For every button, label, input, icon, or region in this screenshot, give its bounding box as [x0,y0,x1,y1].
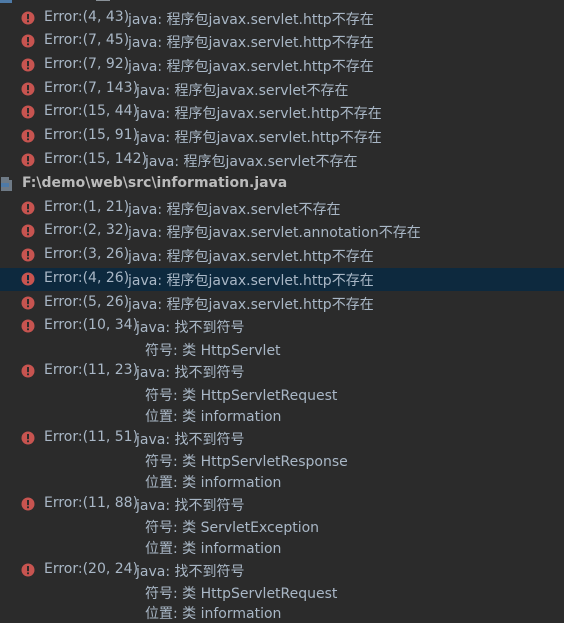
error-icon [21,248,35,262]
error-icon [21,11,35,25]
error-row[interactable]: Error:(15, 142) java: 程序包javax.servlet不存… [0,149,564,172]
error-location: Error:(15, 142) [44,151,147,167]
error-location: Error:(11, 88) [44,495,139,511]
error-row[interactable]: Error:(5, 26) java: 程序包javax.servlet.htt… [0,292,564,315]
error-location: Error:(4, 43) [44,9,130,25]
error-icon [21,58,35,72]
error-message: java: 找不到符号 [136,564,245,580]
error-icon [21,224,35,238]
error-message: java: 程序包javax.servlet不存在 [136,83,349,99]
error-message: java: 程序包javax.servlet.http不存在 [136,106,382,122]
error-location: Error:(11, 51) [44,429,139,445]
error-icon [21,431,35,445]
file-group-header[interactable]: F:\demo\web\src\information.java [0,173,564,196]
java-file-icon [1,177,12,191]
error-row[interactable]: Error:(4, 43) java: 程序包javax.servlet.htt… [0,7,564,30]
error-detail-symbol: 符号: 类 HttpServletResponse [145,454,348,470]
error-message: java: 程序包javax.servlet.annotation不存在 [128,225,421,241]
error-icon [21,105,35,119]
messages-panel: Error:(4, 43) java: 程序包javax.servlet.htt… [0,0,564,622]
error-detail-symbol: 符号: 类 ServletException [145,520,320,536]
error-message: java: 程序包javax.servlet不存在 [128,202,341,218]
error-detail-location: 位置: 类 information [145,409,282,425]
error-location: Error:(15, 91) [44,127,139,143]
error-location: Error:(20, 24) [44,561,139,577]
error-icon [21,34,35,48]
error-location: Error:(10, 34) [44,317,139,333]
error-message: java: 程序包javax.servlet.http不存在 [128,273,374,289]
error-row-selected[interactable]: Error:(4, 26) java: 程序包javax.servlet.htt… [0,268,564,291]
error-row[interactable]: Error:(2, 32) java: 程序包javax.servlet.ann… [0,220,564,243]
error-location: Error:(2, 32) [44,222,130,238]
error-row[interactable]: Error:(15, 91) java: 程序包javax.servlet.ht… [0,125,564,148]
error-location: Error:(11, 23) [44,362,139,378]
error-icon [21,82,35,96]
error-location: Error:(7, 92) [44,56,130,72]
error-message: java: 程序包javax.servlet.http不存在 [136,130,382,146]
error-location: Error:(7, 45) [44,32,130,48]
error-message: java: 程序包javax.servlet.http不存在 [128,297,374,313]
error-icon [21,497,35,511]
error-row[interactable]: Error:(15, 44) java: 程序包javax.servlet.ht… [0,101,564,124]
error-location: Error:(4, 26) [44,270,130,286]
error-row[interactable]: Error:(7, 92) java: 程序包javax.servlet.htt… [0,54,564,77]
error-location: Error:(3, 26) [44,246,130,262]
error-icon [21,129,35,143]
error-location: Error:(1, 21) [44,199,130,215]
file-path: F:\demo\web\src\information.java [22,175,288,191]
error-row[interactable]: Error:(3, 26) java: 程序包javax.servlet.htt… [0,244,564,267]
truncated-path-fragment [96,0,110,1]
error-location: Error:(5, 26) [44,294,130,310]
error-row[interactable]: Error:(1, 21) java: 程序包javax.servlet不存在 [0,197,564,220]
error-row[interactable]: Error:(11, 23) java: 找不到符号 [0,360,564,383]
error-row[interactable]: Error:(11, 51) java: 找不到符号 [0,427,564,450]
error-location: Error:(7, 143) [44,80,139,96]
error-message: java: 找不到符号 [136,432,245,448]
error-message: java: 找不到符号 [136,365,245,381]
error-icon [21,201,35,215]
error-message: java: 程序包javax.servlet.http不存在 [128,59,374,75]
error-row[interactable]: Error:(7, 45) java: 程序包javax.servlet.htt… [0,30,564,53]
error-message: java: 找不到符号 [136,320,245,336]
error-detail-symbol: 符号: 类 HttpServletRequest [145,388,338,404]
error-icon [21,272,35,286]
error-row[interactable]: Error:(20, 24) java: 找不到符号 [0,559,564,582]
error-icon [21,319,35,333]
error-detail-symbol: 符号: 类 HttpServlet [145,343,281,359]
error-detail-location: 位置: 类 information [145,475,282,491]
error-icon [21,153,35,167]
error-message: java: 找不到符号 [136,498,245,514]
error-message: java: 程序包javax.servlet.http不存在 [128,35,374,51]
error-detail-location: 位置: 类 information [145,606,282,622]
error-row[interactable]: Error:(7, 143) java: 程序包javax.servlet不存在 [0,78,564,101]
panel-top-edge [0,0,564,4]
error-icon [21,364,35,378]
truncated-file-icon [0,0,12,3]
error-row[interactable]: Error:(10, 34) java: 找不到符号 [0,315,564,338]
error-detail-symbol: 符号: 类 HttpServletRequest [145,586,338,602]
error-message: java: 程序包javax.servlet.http不存在 [128,249,374,265]
error-message: java: 程序包javax.servlet不存在 [145,154,358,170]
error-location: Error:(15, 44) [44,103,139,119]
error-icon [21,563,35,577]
error-detail-location: 位置: 类 information [145,541,282,557]
error-icon [21,296,35,310]
error-row[interactable]: Error:(11, 88) java: 找不到符号 [0,493,564,516]
error-message: java: 程序包javax.servlet.http不存在 [128,12,374,28]
